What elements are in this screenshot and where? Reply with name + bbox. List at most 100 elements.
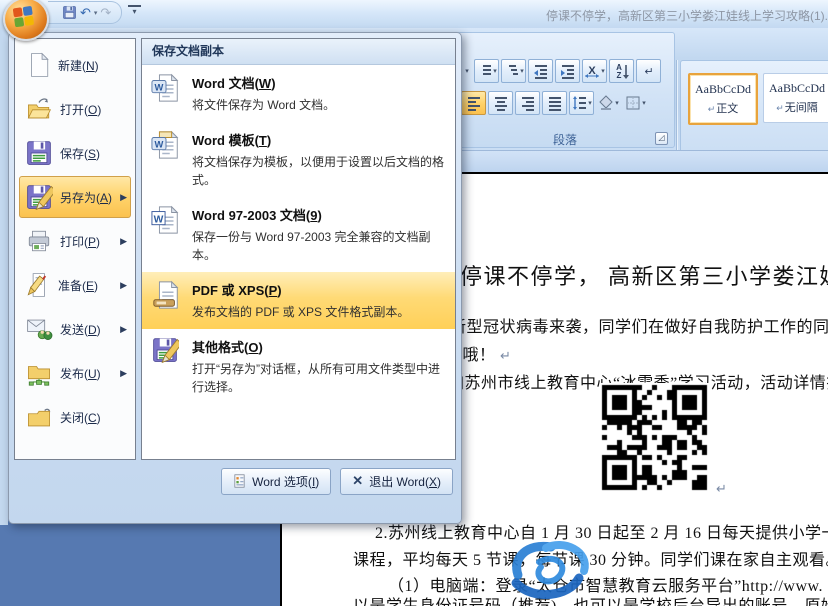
line-spacing-icon xyxy=(571,95,587,111)
other-formats-icon xyxy=(151,336,183,370)
borders-button[interactable]: ▾ xyxy=(623,91,648,115)
svg-text:X: X xyxy=(589,65,597,77)
submenu-item-description: 保存一份与 Word 97-2003 完全兼容的文档副本。 xyxy=(192,228,447,265)
exit-x-icon: ✕ xyxy=(352,473,363,489)
menu-item-label: 关闭(C) xyxy=(60,409,101,426)
submenu-item-T[interactable]: WWord 模板(T)将文档保存为模板，以便用于设置以后文档的格式。 xyxy=(142,122,455,197)
paragraph-group: ▾ ▾ ▾ X▾ AZ ↵ ▾ ▾ ▾ 段落 ◿ xyxy=(455,32,675,148)
bullets-dropdown-icon[interactable]: ▾ xyxy=(461,59,472,83)
svg-text:↵: ↵ xyxy=(644,65,653,78)
word-template-icon: W xyxy=(151,129,183,163)
submenu-arrow-icon: ▶ xyxy=(120,368,127,379)
window-title: 停课不停学，高新区第三小学娄江娃线上学习攻略(1).docx - Micr xyxy=(546,7,828,24)
office-menu: 新建(N) 打开(O) 保存(S) 另存为(A)▶打印(P)▶ 准备(E) ▶ 发送(D) ▶… xyxy=(8,32,462,524)
show-marks-button[interactable]: ↵ xyxy=(636,59,661,83)
office-menu-footer: Word 选项(I) ✕退出 Word(X) xyxy=(14,466,456,496)
line-spacing-button[interactable]: ▾ xyxy=(569,91,594,115)
decrease-indent-button[interactable] xyxy=(528,59,553,83)
paragraph-group-label: 段落 xyxy=(456,131,674,148)
submenu-item-title: Word 97-2003 文档(9) xyxy=(192,204,447,224)
numbering-button[interactable]: ▾ xyxy=(474,59,499,83)
paragraph-dialog-launcher-icon[interactable]: ◿ xyxy=(655,132,668,145)
submenu-item-9[interactable]: W Word 97-2003 文档(9) 保存一份与 Word 97-2003 完全… xyxy=(142,197,455,272)
office-menu-item-C[interactable]: 关闭(C) xyxy=(19,396,131,438)
menu-item-label: 准备(E) xyxy=(58,277,98,294)
svg-text:W: W xyxy=(155,82,164,92)
menu-item-label: 发布(U) xyxy=(60,365,101,382)
save-icon[interactable] xyxy=(62,5,77,20)
align-left-button[interactable] xyxy=(461,91,486,115)
submenu-header: 保存文档副本 xyxy=(142,39,455,65)
swirl-logo-watermark xyxy=(505,538,597,600)
asian-layout-button[interactable]: X▾ xyxy=(582,59,607,83)
office-logo-icon xyxy=(13,6,36,29)
paragraph-mark: ↵ xyxy=(500,349,511,364)
save-as-submenu: 保存文档副本 WWord 文档(W)将文件保存为 Word 文档。WWord 模… xyxy=(141,38,456,460)
sort-button[interactable]: AZ xyxy=(609,59,634,83)
submenu-arrow-icon: ▶ xyxy=(120,324,127,335)
office-menu-left-column: 新建(N) 打开(O) 保存(S) 另存为(A)▶打印(P)▶ 准备(E) ▶ 发送(D) ▶… xyxy=(14,38,136,460)
style-sample-text: AaBbCcDd xyxy=(695,82,751,97)
paragraph-row-2: ▾ ▾ ▾ xyxy=(461,91,648,115)
submenu-item-O[interactable]: 其他格式(O) 打开“另存为”对话框，从所有可用文件类型中进行选择。 xyxy=(142,329,455,404)
shading-button[interactable]: ▾ xyxy=(596,91,621,115)
multilevel-list-icon xyxy=(503,63,519,79)
submenu-arrow-icon: ▶ xyxy=(120,192,127,203)
submenu-item-W[interactable]: WWord 文档(W)将文件保存为 Word 文档。 xyxy=(142,65,455,122)
save-floppy-icon xyxy=(25,139,53,167)
office-menu-item-P[interactable]: 打印(P)▶ xyxy=(19,220,131,262)
word-options-button[interactable]: Word 选项(I) xyxy=(221,468,331,495)
justify-button[interactable] xyxy=(542,91,567,115)
office-menu-item-S[interactable]: 保存(S) xyxy=(19,132,131,174)
decrease-indent-icon xyxy=(533,63,549,79)
office-menu-item-O[interactable]: 打开(O) xyxy=(19,88,131,130)
qr-code xyxy=(600,383,710,493)
align-left-icon xyxy=(466,95,482,111)
paragraph-mark-icon: ↵ xyxy=(641,63,657,79)
menu-item-label: 新建(N) xyxy=(58,57,99,74)
exit-word-button[interactable]: ✕退出 Word(X) xyxy=(340,468,453,495)
submenu-arrow-icon: ▶ xyxy=(120,280,127,291)
submenu-item-P[interactable]: PDF 或 XPS(P) 发布文档的 PDF 或 XPS 文件格式副本。 xyxy=(142,272,455,329)
increase-indent-icon xyxy=(560,63,576,79)
office-menu-item-A[interactable]: 另存为(A)▶ xyxy=(19,176,131,218)
submenu-item-description: 打开“另存为”对话框，从所有可用文件类型中进行选择。 xyxy=(192,360,447,397)
menu-item-label: 保存(S) xyxy=(60,145,100,162)
word-97-icon: W xyxy=(151,204,183,238)
align-center-button[interactable] xyxy=(488,91,513,115)
submenu-item-title: Word 模板(T) xyxy=(192,129,447,149)
undo-icon[interactable]: ↶ xyxy=(80,6,91,19)
style-name: ↵无间隔 xyxy=(776,99,818,115)
multilevel-list-button[interactable]: ▾ xyxy=(501,59,526,83)
word-application-window: 停课不停学，高新区第三小学娄江娃线上学习攻略(1).docx - Micr ↶▾… xyxy=(0,0,828,606)
svg-text:W: W xyxy=(154,214,164,225)
prepare-icon xyxy=(25,271,51,299)
customize-qat-icon[interactable]: ▾ xyxy=(128,5,141,16)
publish-icon xyxy=(25,360,53,386)
paragraph-row-1: ▾ ▾ ▾ X▾ AZ ↵ xyxy=(461,59,661,83)
send-icon xyxy=(25,316,53,342)
style-card-正文[interactable]: AaBbCcDd↵正文 xyxy=(688,73,758,125)
office-menu-item-N[interactable]: 新建(N) xyxy=(19,44,131,86)
align-center-icon xyxy=(493,95,509,111)
save-as-icon xyxy=(25,183,53,211)
office-menu-item-D[interactable]: 发送(D) ▶ xyxy=(19,308,131,350)
paragraph-mark: ↵ xyxy=(716,482,727,497)
style-card-无间隔[interactable]: AaBbCcDd↵无间隔 xyxy=(763,73,828,123)
borders-grid-icon xyxy=(625,95,641,111)
submenu-item-title: PDF 或 XPS(P) xyxy=(192,279,409,299)
word-options-icon xyxy=(233,474,246,488)
document-paragraph: 新型冠状病毒来袭，同学们在做好自我防护工作的同时，可以 xyxy=(450,313,828,337)
increase-indent-button[interactable] xyxy=(555,59,580,83)
menu-item-label: 发送(D) xyxy=(60,321,101,338)
align-right-icon xyxy=(520,95,536,111)
submenu-item-title: Word 文档(W) xyxy=(192,72,335,92)
printer-icon xyxy=(25,228,53,254)
undo-dropdown-icon[interactable]: ▾ xyxy=(94,9,98,17)
submenu-item-description: 发布文档的 PDF 或 XPS 文件格式副本。 xyxy=(192,303,409,322)
office-menu-item-E[interactable]: 准备(E) ▶ xyxy=(19,264,131,306)
office-menu-item-U[interactable]: 发布(U) ▶ xyxy=(19,352,131,394)
title-bar: 停课不停学，高新区第三小学娄江娃线上学习攻略(1).docx - Micr ↶▾… xyxy=(0,0,828,29)
submenu-item-title: 其他格式(O) xyxy=(192,336,447,356)
align-right-button[interactable] xyxy=(515,91,540,115)
